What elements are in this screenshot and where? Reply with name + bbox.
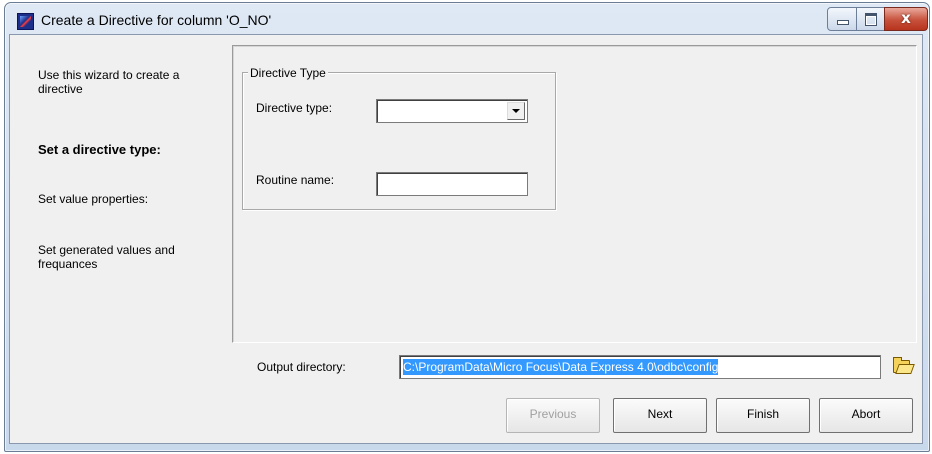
chevron-down-icon [512, 109, 520, 113]
finish-button[interactable]: Finish [716, 398, 810, 433]
close-button[interactable]: x [884, 7, 928, 31]
dropdown-button[interactable] [507, 102, 525, 120]
step-set-value-properties: Set value properties: [38, 192, 149, 206]
app-icon [17, 13, 34, 30]
output-directory-label: Output directory: [257, 360, 346, 374]
maximize-icon [865, 13, 877, 26]
next-button[interactable]: Next [613, 398, 707, 433]
wizard-client-area: Use this wizard to create a directive Se… [9, 34, 923, 444]
minimize-icon [837, 20, 849, 25]
directive-type-label: Directive type: [256, 101, 333, 115]
abort-button[interactable]: Abort [819, 398, 913, 433]
routine-name-label: Routine name: [256, 173, 335, 187]
output-directory-input[interactable]: C:\ProgramData\Micro Focus\Data Express … [399, 355, 881, 379]
wizard-steps: Use this wizard to create a directive Se… [10, 35, 210, 443]
folder-icon [893, 357, 910, 373]
previous-button[interactable]: Previous [506, 398, 600, 433]
directive-type-select[interactable] [376, 99, 528, 123]
step-intro: Use this wizard to create a directive [38, 68, 180, 96]
window-title: Create a Directive for column 'O_NO' [41, 12, 272, 28]
output-directory-value: C:\ProgramData\Micro Focus\Data Express … [403, 359, 719, 375]
step-set-generated-values: Set generated values and frequances [38, 243, 175, 271]
title-bar[interactable]: Create a Directive for column 'O_NO' x [5, 3, 929, 37]
step-set-directive-type: Set a directive type: [38, 142, 161, 157]
browse-folder-button[interactable] [890, 355, 912, 377]
minimize-button[interactable] [827, 7, 858, 31]
directive-type-legend: Directive Type [248, 66, 328, 80]
routine-name-input[interactable] [376, 172, 528, 196]
close-icon: x [901, 9, 911, 27]
maximize-button[interactable] [856, 7, 886, 31]
